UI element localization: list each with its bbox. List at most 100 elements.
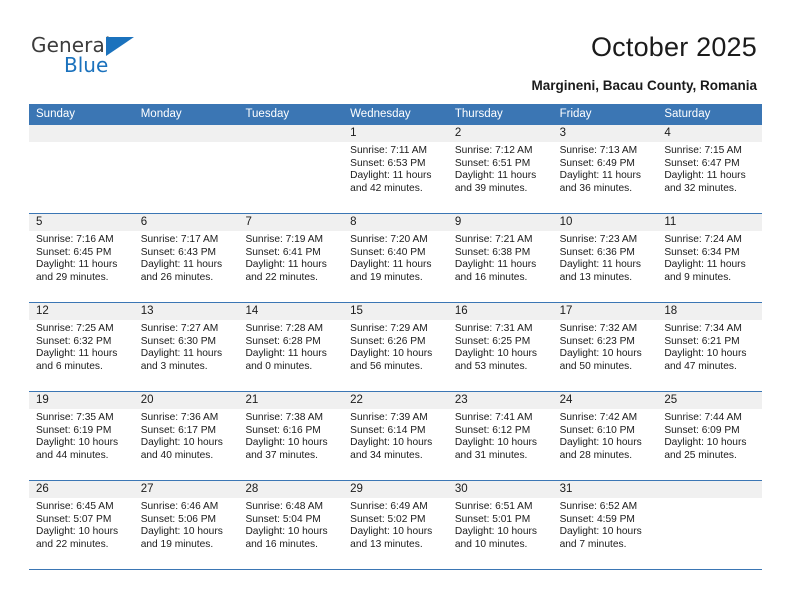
- daylight-text-line2: and 9 minutes.: [664, 271, 732, 283]
- sunset-text: Sunset: 6:45 PM: [36, 246, 112, 258]
- calendar-day-cell[interactable]: 4 Sunrise: 7:15 AM Sunset: 6:47 PM Daylight…: [657, 125, 763, 213]
- sunset-text: Sunset: 6:49 PM: [559, 157, 635, 169]
- day-sun-info: Sunrise: 7:28 AM Sunset: 6:28 PM Daylight:…: [238, 320, 343, 373]
- calendar-day-cell[interactable]: 9 Sunrise: 7:21 AM Sunset: 6:38 PM Daylight…: [447, 214, 553, 302]
- daylight-text-line1: Daylight: 10 hours: [559, 348, 642, 360]
- sunrise-text: Sunrise: 7:20 AM: [350, 234, 428, 245]
- calendar-day-cell[interactable]: 30 Sunrise: 6:51 AM Sunset: 5:01 PM Dayligh…: [447, 481, 553, 569]
- daylight-text-line2: and 39 minutes.: [454, 182, 528, 194]
- calendar-day-cell[interactable]: 24 Sunrise: 7:42 AM Sunset: 6:10 PM Dayligh…: [552, 392, 658, 480]
- calendar-day-cell[interactable]: 12 Sunrise: 7:25 AM Sunset: 6:32 PM Dayligh…: [29, 303, 134, 391]
- day-sun-info: Sunrise: 7:23 AM Sunset: 6:36 PM Daylight:…: [553, 231, 658, 284]
- sunrise-text: Sunrise: 6:51 AM: [454, 501, 533, 512]
- calendar-day-cell[interactable]: 26 Sunrise: 6:45 AM Sunset: 5:07 PM Dayligh…: [29, 481, 134, 569]
- daylight-text-line1: Daylight: 11 hours: [559, 170, 641, 182]
- calendar-day-cell[interactable]: 17 Sunrise: 7:32 AM Sunset: 6:23 PM Dayligh…: [552, 303, 658, 391]
- calendar-day-cell[interactable]: 3 Sunrise: 7:13 AM Sunset: 6:49 PM Daylight…: [552, 125, 658, 213]
- calendar-day-cell[interactable]: 23 Sunrise: 7:41 AM Sunset: 6:12 PM Dayligh…: [447, 392, 553, 480]
- daylight-text-line1: Daylight: 10 hours: [454, 437, 537, 449]
- calendar-day-cell[interactable]: 6 Sunrise: 7:17 AM Sunset: 6:43 PM Daylight…: [133, 214, 239, 302]
- day-sun-info: Sunrise: 7:29 AM Sunset: 6:26 PM Daylight:…: [343, 320, 448, 373]
- calendar-day-cell[interactable]: 20 Sunrise: 7:36 AM Sunset: 6:17 PM Dayligh…: [133, 392, 239, 480]
- calendar-day-cell[interactable]: 1 Sunrise: 7:11 AM Sunset: 6:53 PM Daylight…: [343, 125, 448, 213]
- calendar-day-cell[interactable]: 15 Sunrise: 7:29 AM Sunset: 6:26 PM Dayligh…: [343, 303, 448, 391]
- daylight-text-line1: Daylight: 10 hours: [350, 437, 433, 449]
- calendar-day-cell[interactable]: 18 Sunrise: 7:34 AM Sunset: 6:21 PM Dayligh…: [657, 303, 763, 391]
- day-sun-info: Sunrise: 7:32 AM Sunset: 6:23 PM Daylight:…: [553, 320, 658, 373]
- daylight-text-line1: Daylight: 11 hours: [36, 348, 118, 360]
- sunrise-text: Sunrise: 7:25 AM: [36, 323, 114, 334]
- day-sun-info: Sunrise: 6:51 AM Sunset: 5:01 PM Daylight:…: [448, 498, 553, 551]
- sunrise-text: Sunrise: 7:16 AM: [36, 234, 114, 245]
- sunset-text: Sunset: 4:59 PM: [559, 513, 635, 525]
- calendar-week-row: 5 Sunrise: 7:16 AM Sunset: 6:45 PM Daylight…: [29, 214, 763, 303]
- day-sun-info: Sunrise: 7:11 AM Sunset: 6:53 PM Daylight:…: [343, 142, 448, 195]
- day-sun-info: Sunrise: 6:49 AM Sunset: 5:02 PM Daylight:…: [343, 498, 448, 551]
- calendar-week-row: 26 Sunrise: 6:45 AM Sunset: 5:07 PM Dayligh…: [29, 481, 763, 570]
- calendar-day-cell[interactable]: 31 Sunrise: 6:52 AM Sunset: 4:59 PM Dayligh…: [552, 481, 658, 569]
- sunrise-text: Sunrise: 7:19 AM: [245, 234, 324, 245]
- calendar-day-cell[interactable]: 13 Sunrise: 7:27 AM Sunset: 6:30 PM Dayligh…: [133, 303, 239, 391]
- day-number: 14: [238, 303, 344, 320]
- generalblue-logo[interactable]: General Blue: [31, 33, 221, 83]
- calendar-day-cell[interactable]: 29 Sunrise: 6:49 AM Sunset: 5:02 PM Dayligh…: [343, 481, 448, 569]
- sunrise-text: Sunrise: 7:34 AM: [664, 323, 742, 334]
- daylight-text-line1: Daylight: 10 hours: [140, 437, 223, 449]
- daylight-text-line1: Daylight: 10 hours: [559, 526, 642, 538]
- sunrise-text: Sunrise: 7:44 AM: [664, 412, 742, 423]
- calendar-day-cell[interactable]: 10 Sunrise: 7:23 AM Sunset: 6:36 PM Dayligh…: [552, 214, 658, 302]
- calendar-day-cell[interactable]: 21 Sunrise: 7:38 AM Sunset: 6:16 PM Dayligh…: [238, 392, 344, 480]
- day-number: 31: [552, 481, 658, 498]
- sunrise-text: Sunrise: 7:12 AM: [454, 145, 533, 156]
- day-sun-info: Sunrise: 7:36 AM Sunset: 6:17 PM Daylight:…: [134, 409, 239, 462]
- calendar-day-cell[interactable]: 19 Sunrise: 7:35 AM Sunset: 6:19 PM Dayligh…: [29, 392, 134, 480]
- daylight-text-line2: and 44 minutes.: [36, 449, 109, 461]
- calendar-day-cell[interactable]: 11 Sunrise: 7:24 AM Sunset: 6:34 PM Dayligh…: [657, 214, 763, 302]
- calendar-day-cell[interactable]: 5 Sunrise: 7:16 AM Sunset: 6:45 PM Daylight…: [29, 214, 134, 302]
- daylight-text-line2: and 13 minutes.: [350, 538, 423, 550]
- calendar-day-cell[interactable]: 14 Sunrise: 7:28 AM Sunset: 6:28 PM Dayligh…: [238, 303, 344, 391]
- day-number: 1: [343, 125, 448, 142]
- daylight-text-line2: and 42 minutes.: [350, 182, 423, 194]
- calendar-weeks: 1 Sunrise: 7:11 AM Sunset: 6:53 PM Daylight…: [29, 125, 763, 570]
- calendar-page: General Blue October 2025 Margineni, Bac…: [0, 0, 792, 612]
- sunset-text: Sunset: 6:10 PM: [559, 424, 635, 436]
- day-number: 15: [343, 303, 448, 320]
- calendar-day-cell[interactable]: 22 Sunrise: 7:39 AM Sunset: 6:14 PM Dayligh…: [343, 392, 448, 480]
- daylight-text-line2: and 19 minutes.: [140, 538, 214, 550]
- calendar-day-cell[interactable]: 28 Sunrise: 6:48 AM Sunset: 5:04 PM Dayligh…: [238, 481, 344, 569]
- calendar-day-cell[interactable]: 7 Sunrise: 7:19 AM Sunset: 6:41 PM Daylight…: [238, 214, 344, 302]
- daylight-text-line1: Daylight: 11 hours: [140, 348, 223, 360]
- day-number: 5: [29, 214, 134, 231]
- day-number: 13: [133, 303, 239, 320]
- day-sun-info: Sunrise: 7:27 AM Sunset: 6:30 PM Daylight:…: [134, 320, 239, 373]
- daylight-text-line1: Daylight: 11 hours: [454, 259, 537, 271]
- calendar-day-cell-empty: [29, 125, 134, 213]
- calendar-day-cell[interactable]: 16 Sunrise: 7:31 AM Sunset: 6:25 PM Dayligh…: [447, 303, 553, 391]
- sunset-text: Sunset: 6:25 PM: [454, 335, 531, 347]
- day-sun-info: Sunrise: 6:52 AM Sunset: 4:59 PM Daylight:…: [553, 498, 658, 551]
- daylight-text-line2: and 7 minutes.: [559, 538, 627, 550]
- day-number: [657, 481, 763, 498]
- calendar-day-cell[interactable]: 8 Sunrise: 7:20 AM Sunset: 6:40 PM Daylight…: [343, 214, 448, 302]
- calendar-day-cell[interactable]: 25 Sunrise: 7:44 AM Sunset: 6:09 PM Dayligh…: [657, 392, 763, 480]
- sunrise-text: Sunrise: 7:21 AM: [454, 234, 533, 245]
- calendar-day-cell[interactable]: 27 Sunrise: 6:46 AM Sunset: 5:06 PM Dayligh…: [133, 481, 239, 569]
- sunrise-text: Sunrise: 7:29 AM: [350, 323, 428, 334]
- sunset-text: Sunset: 6:36 PM: [559, 246, 635, 258]
- sunrise-text: Sunrise: 7:15 AM: [664, 145, 742, 156]
- day-number: 23: [447, 392, 553, 409]
- day-number: 30: [447, 481, 553, 498]
- day-number: 22: [343, 392, 448, 409]
- sunset-text: Sunset: 6:14 PM: [350, 424, 426, 436]
- sunset-text: Sunset: 6:47 PM: [664, 157, 740, 169]
- calendar-day-cell-empty: [133, 125, 239, 213]
- daylight-text-line1: Daylight: 11 hours: [245, 348, 327, 360]
- daylight-text-line2: and 19 minutes.: [350, 271, 423, 283]
- day-number: 8: [343, 214, 448, 231]
- calendar-day-cell[interactable]: 2 Sunrise: 7:12 AM Sunset: 6:51 PM Daylight…: [447, 125, 553, 213]
- calendar-week-row: 12 Sunrise: 7:25 AM Sunset: 6:32 PM Dayligh…: [29, 303, 763, 392]
- day-number: 21: [238, 392, 344, 409]
- day-number: 26: [29, 481, 134, 498]
- daylight-text-line1: Daylight: 10 hours: [664, 437, 747, 449]
